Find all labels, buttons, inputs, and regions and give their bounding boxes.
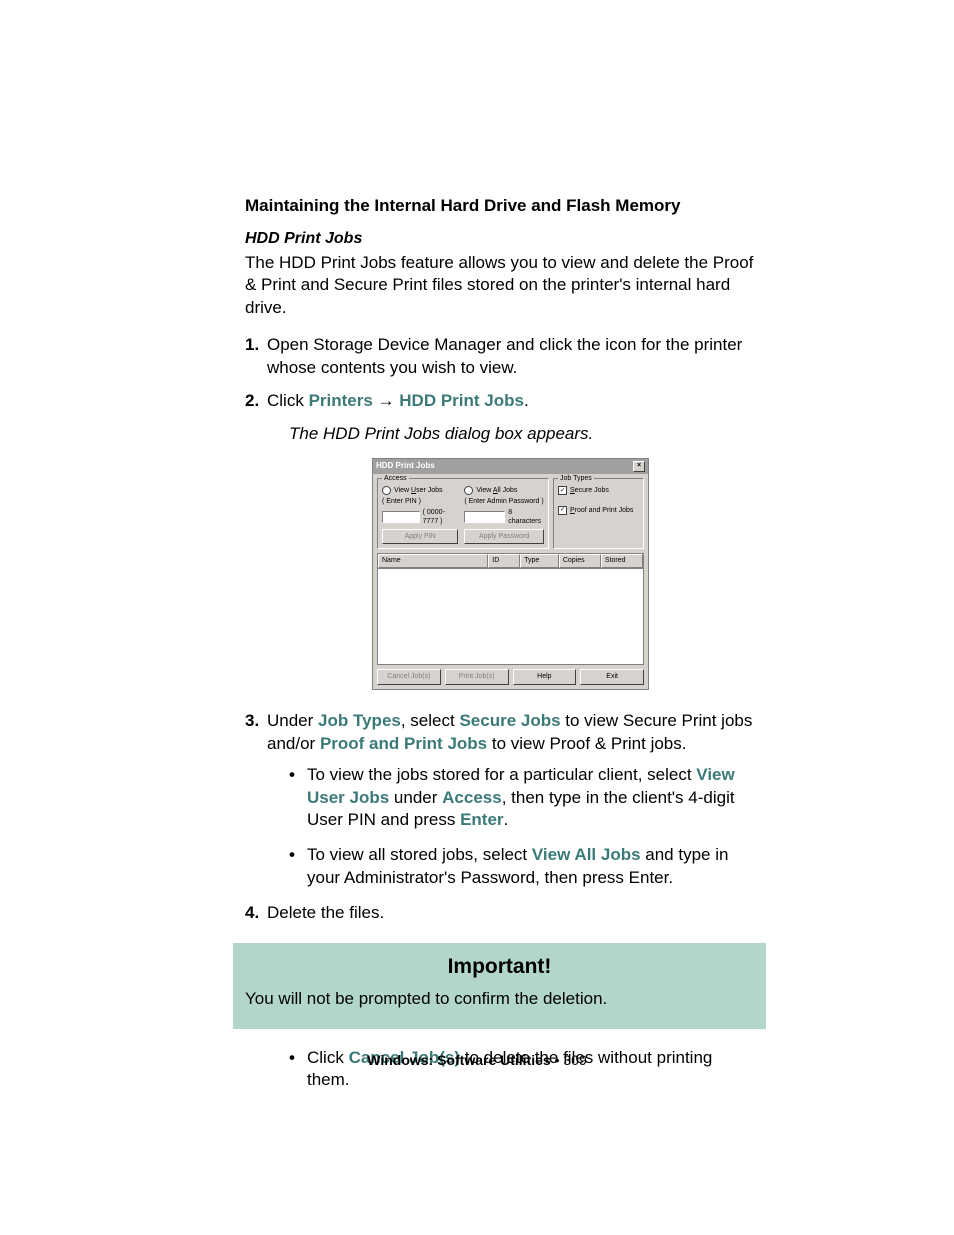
dialog-titlebar: HDD Print Jobs × — [373, 459, 648, 474]
footer-page: 309 — [563, 1052, 586, 1068]
important-callout: Important! You will not be prompted to c… — [233, 943, 766, 1028]
view-user-jobs-radio[interactable]: View User Jobs — [382, 486, 458, 495]
access-legend: Access — [382, 474, 409, 483]
callout-body: You will not be prompted to confirm the … — [245, 988, 754, 1011]
close-icon[interactable]: × — [633, 461, 645, 472]
b2-a: To view all stored jobs, select — [307, 845, 532, 864]
step-4-text: Delete the files. — [267, 903, 384, 922]
footer-sep: • — [551, 1052, 564, 1068]
dialog-footer: Cancel Job(s) Print Job(s) Help Exit — [377, 669, 644, 684]
enter-pin-label: ( Enter PIN ) — [382, 497, 458, 506]
table-header: Name ID Type Copies Stored — [378, 554, 643, 568]
step-2-note: The HDD Print Jobs dialog box appears. — [289, 423, 754, 446]
secure-jobs-checkbox[interactable]: ✓Secure Jobs — [558, 486, 639, 495]
col-name[interactable]: Name — [378, 554, 488, 567]
job-types-term: Job Types — [318, 711, 401, 730]
secure-jobs-term: Secure Jobs — [459, 711, 560, 730]
intro-paragraph: The HDD Print Jobs feature allows you to… — [245, 252, 754, 321]
callout-title: Important! — [245, 953, 754, 981]
dialog-title: HDD Print Jobs — [376, 461, 435, 472]
col-id[interactable]: ID — [488, 554, 520, 567]
step-2-suffix: . — [524, 391, 529, 410]
steps-list: Open Storage Device Manager and click th… — [245, 334, 754, 925]
exit-button[interactable]: Exit — [580, 669, 644, 684]
step3-b: , select — [401, 711, 460, 730]
col-stored[interactable]: Stored — [601, 554, 643, 567]
step3-a: Under — [267, 711, 318, 730]
apply-password-button[interactable]: Apply Password — [464, 529, 544, 544]
enter-admin-label: ( Enter Admin Password ) — [464, 497, 544, 506]
apply-pin-button[interactable]: Apply PIN — [382, 529, 458, 544]
page-footer: Windows: Software Utilities • 309 — [0, 1051, 954, 1070]
step-4: Delete the files. — [245, 902, 754, 925]
document-page: Maintaining the Internal Hard Drive and … — [0, 0, 954, 1235]
step-1-text: Open Storage Device Manager and click th… — [267, 335, 742, 377]
admin-password-input[interactable] — [464, 511, 505, 523]
proof-print-jobs-checkbox[interactable]: ✓Proof and Print Jobs — [558, 506, 639, 515]
footer-section: Windows: Software Utilities — [367, 1052, 550, 1068]
view-all-jobs-radio[interactable]: View All Jobs — [464, 486, 544, 495]
step-3: Under Job Types, select Secure Jobs to v… — [245, 710, 754, 891]
step3-bullet-2: To view all stored jobs, select View All… — [289, 844, 754, 890]
view-all-jobs-term: View All Jobs — [532, 845, 641, 864]
step-3-bullets: To view the jobs stored for a particular… — [289, 764, 754, 891]
dialog-screenshot: HDD Print Jobs × Access View User Jobs (… — [267, 458, 754, 690]
step3-bullet-1: To view the jobs stored for a particular… — [289, 764, 754, 833]
col-copies[interactable]: Copies — [559, 554, 601, 567]
b1-d: . — [504, 810, 509, 829]
hdd-print-jobs-dialog: HDD Print Jobs × Access View User Jobs (… — [372, 458, 649, 690]
enter-term: Enter — [460, 810, 503, 829]
col-type[interactable]: Type — [520, 554, 559, 567]
b1-a: To view the jobs stored for a particular… — [307, 765, 696, 784]
access-term: Access — [442, 788, 502, 807]
printers-link: Printers — [309, 391, 373, 410]
proof-print-jobs-term: Proof and Print Jobs — [320, 734, 487, 753]
b1-b: under — [389, 788, 442, 807]
pin-input[interactable] — [382, 511, 420, 523]
arrow-icon: → — [373, 391, 399, 410]
help-button[interactable]: Help — [513, 669, 577, 684]
print-jobs-button[interactable]: Print Job(s) — [445, 669, 509, 684]
section-heading: Maintaining the Internal Hard Drive and … — [245, 195, 754, 218]
hdd-print-jobs-link: HDD Print Jobs — [399, 391, 524, 410]
sub-heading: HDD Print Jobs — [245, 228, 754, 250]
jobs-table: Name ID Type Copies Stored — [377, 553, 644, 665]
char-hint: 8 characters — [508, 508, 544, 527]
access-fieldset: Access View User Jobs ( Enter PIN ) ( 00… — [377, 478, 549, 549]
step3-d: to view Proof & Print jobs. — [487, 734, 686, 753]
step-2: Click Printers → HDD Print Jobs. The HDD… — [245, 390, 754, 690]
step-2-prefix: Click — [267, 391, 309, 410]
jobtypes-fieldset: Job Types ✓Secure Jobs ✓Proof and Print … — [553, 478, 644, 549]
jobtypes-legend: Job Types — [558, 474, 594, 483]
pin-hint: ( 0000-7777 ) — [423, 508, 459, 527]
step-1: Open Storage Device Manager and click th… — [245, 334, 754, 380]
cancel-jobs-button[interactable]: Cancel Job(s) — [377, 669, 441, 684]
